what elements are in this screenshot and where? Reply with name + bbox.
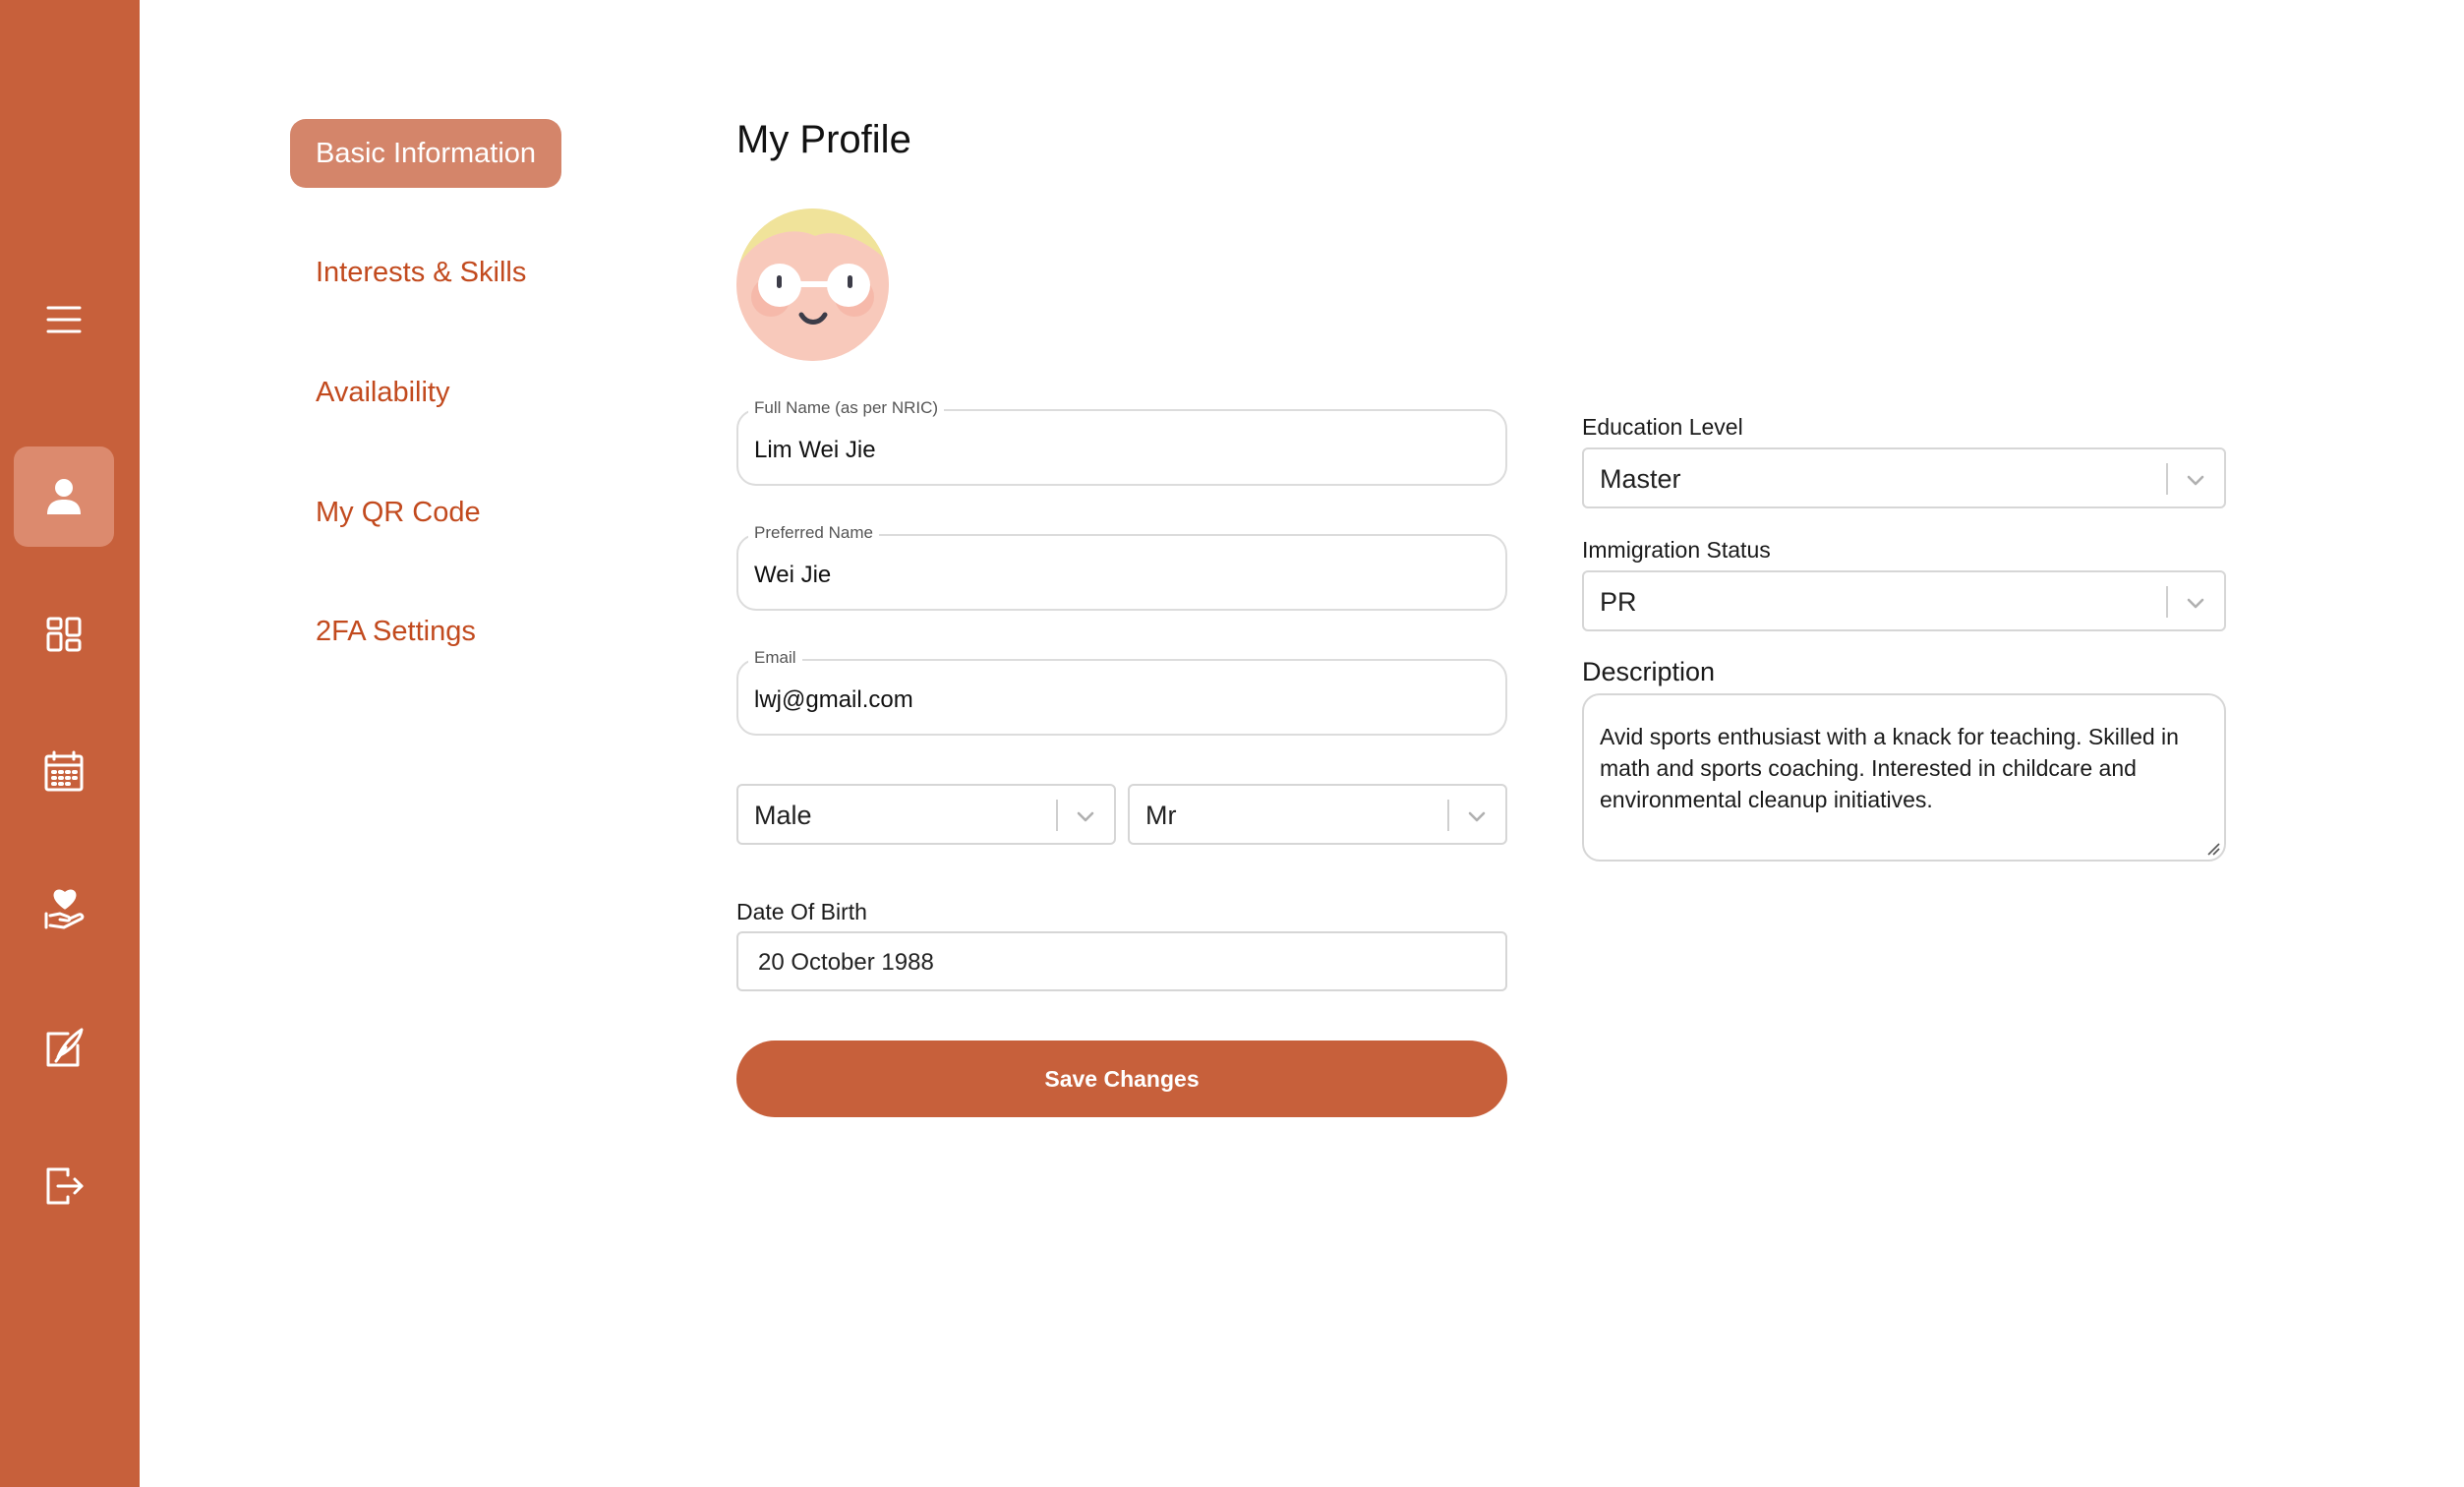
calendar-icon	[44, 750, 84, 792]
salutation-value: Mr	[1145, 801, 1177, 830]
select-separator	[2166, 586, 2168, 618]
save-changes-button[interactable]: Save Changes	[736, 1041, 1507, 1117]
subnav-interests-skills[interactable]: Interests & Skills	[290, 238, 552, 307]
dob-input[interactable]: 20 October 1988	[736, 931, 1507, 991]
resize-handle-icon[interactable]	[2204, 840, 2220, 856]
gender-select[interactable]: Male	[736, 784, 1116, 845]
subnav-my-qr-code[interactable]: My QR Code	[290, 478, 506, 547]
rail-item-profile[interactable]	[14, 446, 114, 547]
edit-icon	[46, 1028, 84, 1067]
immigration-label: Immigration Status	[1582, 537, 1771, 563]
avatar[interactable]	[736, 208, 889, 361]
rail-item-volunteer[interactable]	[14, 860, 114, 960]
dob-value: 20 October 1988	[758, 949, 934, 976]
chevron-down-icon[interactable]	[1464, 803, 1490, 829]
immigration-select[interactable]: PR	[1582, 570, 2226, 631]
dashboard-icon	[46, 617, 82, 652]
avatar-face-icon	[736, 208, 889, 361]
immigration-value: PR	[1600, 587, 1637, 617]
full-name-value: Lim Wei Jie	[754, 437, 876, 463]
select-separator	[1056, 800, 1058, 831]
full-name-label: Full Name (as per NRIC)	[748, 398, 945, 418]
subnav-availability[interactable]: Availability	[290, 358, 475, 427]
chevron-down-icon[interactable]	[2183, 467, 2208, 493]
rail-item-calendar[interactable]	[14, 722, 114, 822]
chevron-down-icon[interactable]	[1073, 803, 1098, 829]
chevron-down-icon[interactable]	[2183, 590, 2208, 616]
menu-icon	[46, 306, 82, 333]
logout-icon	[46, 1167, 84, 1205]
select-separator	[1447, 800, 1449, 831]
education-label: Education Level	[1582, 414, 1743, 440]
volunteer-heart-icon	[44, 889, 85, 929]
email-field[interactable]: Email lwj@gmail.com	[736, 648, 1507, 736]
side-rail	[0, 0, 140, 1487]
rail-item-journal[interactable]	[14, 997, 114, 1098]
email-label: Email	[748, 648, 802, 668]
education-value: Master	[1600, 464, 1681, 494]
full-name-field[interactable]: Full Name (as per NRIC) Lim Wei Jie	[736, 398, 1507, 486]
education-select[interactable]: Master	[1582, 447, 2226, 508]
rail-item-dashboard[interactable]	[14, 584, 114, 684]
user-icon	[47, 479, 81, 514]
gender-value: Male	[754, 801, 812, 830]
menu-button[interactable]	[14, 269, 114, 370]
rail-item-logout[interactable]	[14, 1135, 114, 1235]
salutation-select[interactable]: Mr	[1128, 784, 1507, 845]
description-textarea[interactable]: Avid sports enthusiast with a knack for …	[1582, 693, 2226, 862]
dob-label: Date Of Birth	[736, 899, 867, 924]
subnav-basic-information[interactable]: Basic Information	[290, 119, 562, 188]
preferred-name-value: Wei Jie	[754, 562, 832, 588]
description-label: Description	[1582, 657, 1716, 686]
select-separator	[2166, 463, 2168, 495]
app-root: Basic Information Interests & Skills Ava…	[0, 0, 2464, 1487]
email-value: lwj@gmail.com	[754, 686, 913, 713]
preferred-name-label: Preferred Name	[748, 523, 879, 543]
page-title: My Profile	[736, 118, 911, 161]
preferred-name-field[interactable]: Preferred Name Wei Jie	[736, 523, 1507, 611]
description-value: Avid sports enthusiast with a knack for …	[1600, 724, 2179, 812]
subnav-2fa-settings[interactable]: 2FA Settings	[290, 597, 501, 666]
